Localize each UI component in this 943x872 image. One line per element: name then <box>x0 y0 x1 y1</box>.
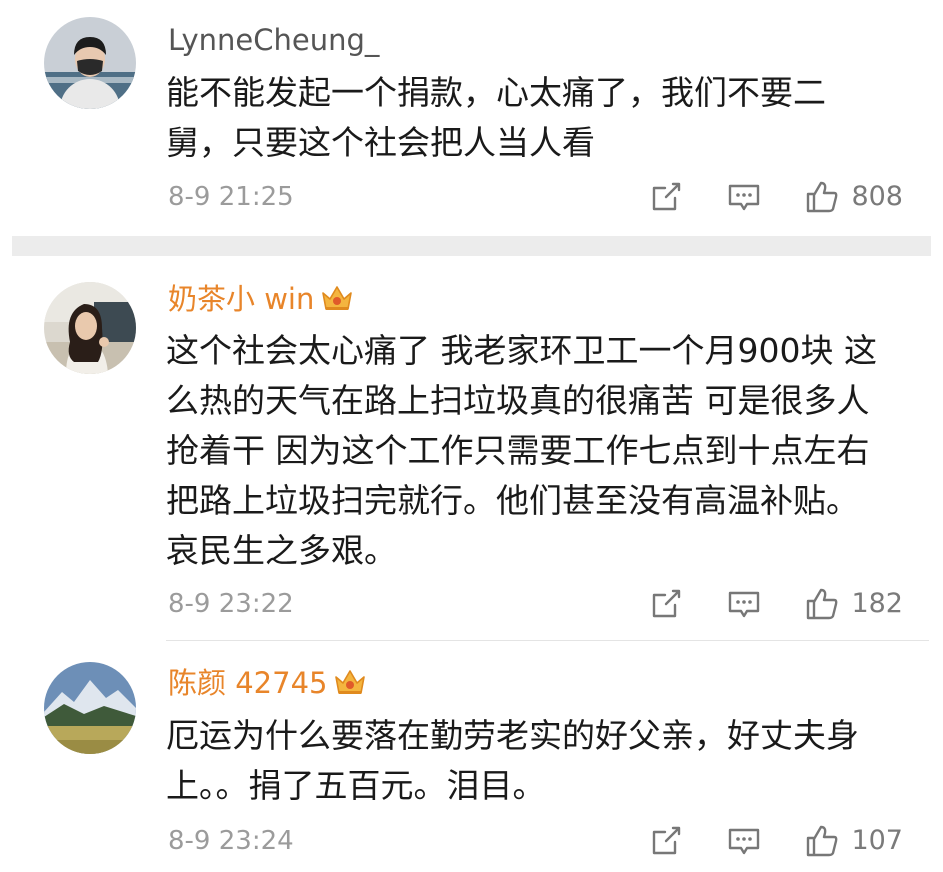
timestamp: 8-9 23:22 <box>168 589 294 619</box>
like-button[interactable]: 182 <box>805 584 903 624</box>
comment-meta: 8-9 23:24 107 <box>168 821 903 861</box>
like-button[interactable]: 107 <box>805 821 903 861</box>
comment-icon[interactable] <box>727 824 761 858</box>
avatar-mountain-image <box>44 662 136 754</box>
comment-text: 能不能发起一个捐款，心太痛了，我们不要二 舅，只要这个社会把人当人看 <box>166 73 826 162</box>
thumbs-up-icon[interactable] <box>805 587 839 621</box>
thumbs-up-icon[interactable] <box>805 180 839 214</box>
username-label[interactable]: 奶茶小 win <box>168 282 314 316</box>
like-count: 182 <box>851 588 903 619</box>
divider <box>166 640 929 641</box>
username[interactable]: LynneCheung_ <box>168 22 379 58</box>
avatar[interactable] <box>44 662 136 754</box>
share-icon[interactable] <box>649 180 683 214</box>
comment-text: 这个社会太心痛了 我老家环卫工一个月900块 这 么热的天气在路上扫垃圾真的很痛… <box>166 331 877 570</box>
comment-meta: 8-9 21:25 808 <box>168 177 903 217</box>
like-count: 107 <box>851 825 903 856</box>
avatar[interactable] <box>44 282 136 374</box>
comment-icon[interactable] <box>727 180 761 214</box>
timestamp: 8-9 23:24 <box>168 826 294 856</box>
comment-icon[interactable] <box>727 587 761 621</box>
comment-text: 厄运为什么要落在勤劳老实的好父亲，好丈夫身 上。。捐了五百元。泪目。 <box>166 716 859 805</box>
avatar[interactable] <box>44 17 136 109</box>
avatar-girl-image <box>44 282 136 374</box>
section-separator <box>12 236 931 256</box>
avatar-person-mask-image <box>44 17 136 109</box>
username[interactable]: 陈颜 42745 <box>168 665 367 701</box>
vip-crown-icon <box>333 667 367 697</box>
username[interactable]: 奶茶小 win <box>168 281 354 317</box>
share-icon[interactable] <box>649 824 683 858</box>
username-label[interactable]: LynneCheung_ <box>168 23 379 57</box>
username-label[interactable]: 陈颜 42745 <box>168 666 327 700</box>
comment-meta: 8-9 23:22 182 <box>168 584 903 624</box>
like-count: 808 <box>851 181 903 212</box>
share-icon[interactable] <box>649 587 683 621</box>
like-button[interactable]: 808 <box>805 177 903 217</box>
timestamp: 8-9 21:25 <box>168 182 294 212</box>
vip-crown-icon <box>320 283 354 313</box>
thumbs-up-icon[interactable] <box>805 824 839 858</box>
